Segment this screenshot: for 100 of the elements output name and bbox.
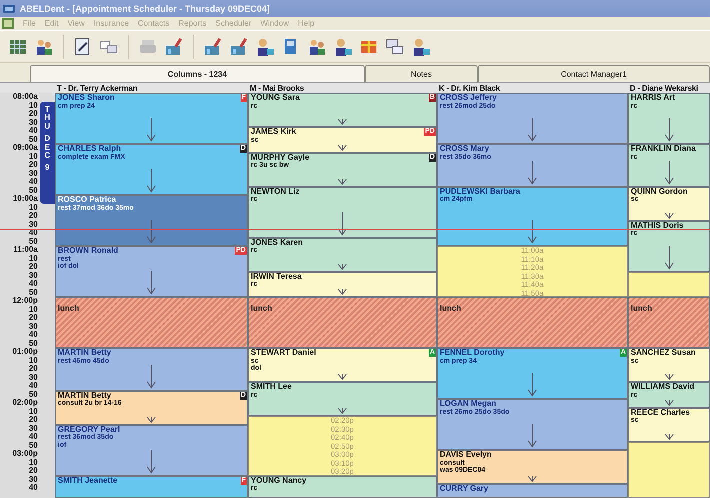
time-label: 40 <box>28 433 39 442</box>
patient-name: CURRY Gary <box>440 485 488 494</box>
time-label: 10:00a <box>12 195 39 204</box>
time-label: 20 <box>28 416 39 424</box>
lunch-block[interactable]: lunch <box>628 297 710 348</box>
appointment-block[interactable]: CURRY Gary <box>437 484 628 498</box>
time-label: 03:00p <box>12 450 39 458</box>
open-slot[interactable] <box>628 442 710 498</box>
column-header: T - Dr. Terry Ackerman <box>56 84 139 93</box>
tab[interactable]: Notes <box>365 65 478 82</box>
down-arrow-icon <box>528 373 537 397</box>
computer-icon <box>385 36 405 56</box>
time-label: 30 <box>28 118 39 127</box>
patient-name: FRANKLIN Diana <box>631 145 696 154</box>
time-label: 20 <box>28 365 39 374</box>
patient-name: FENNEL Dorothy <box>440 349 505 358</box>
down-arrow-icon <box>147 416 156 422</box>
time-label: 10 <box>29 458 39 467</box>
lunch-label: lunch <box>631 304 652 313</box>
time-label: 20 <box>28 467 39 476</box>
chart-icon <box>229 36 249 56</box>
down-arrow-icon <box>338 212 347 236</box>
time-label: 30 <box>28 220 39 229</box>
time-label: 50 <box>28 288 39 297</box>
time-label: 02:00p <box>12 399 39 408</box>
time-label: 50 <box>28 390 39 399</box>
down-arrow-icon <box>338 374 347 380</box>
time-label: 20 <box>28 212 39 220</box>
time-label: 01:00p <box>12 348 39 356</box>
time-label: 30 <box>28 374 39 382</box>
patient-name: HARRIS Art <box>631 94 676 102</box>
time-label: 40 <box>28 331 39 340</box>
down-arrow-icon <box>528 424 537 448</box>
patient-name: MURPHY Gayle <box>251 154 310 162</box>
patient-name: STEWART Daniel <box>251 349 316 358</box>
time-label: 10 <box>29 408 39 416</box>
patient-name: IRWIN Teresa <box>251 272 302 281</box>
down-arrow-icon <box>147 118 156 142</box>
chart-icon <box>203 36 223 56</box>
time-label: 50 <box>28 340 39 348</box>
patient-name: YOUNG Sara <box>251 94 300 102</box>
down-arrow-icon <box>147 271 156 295</box>
patient-name: SMITH Jeanette <box>58 476 118 485</box>
down-arrow-icon <box>338 408 347 414</box>
lunch-block[interactable]: lunch <box>437 297 628 348</box>
down-arrow-icon <box>147 364 156 388</box>
time-label: 30 <box>28 322 39 331</box>
patient-name: JONES Karen <box>251 238 304 247</box>
time-label: 30 <box>28 424 39 433</box>
patient-name: GREGORY Pearl <box>58 426 120 434</box>
column-header: D - Diane Wekarski <box>629 84 700 93</box>
person-icon <box>255 36 275 56</box>
lunch-block[interactable]: lunch <box>55 297 248 348</box>
patient-name: YOUNG Nancy <box>251 476 307 485</box>
down-arrow-icon <box>338 119 347 125</box>
down-arrow-icon <box>664 212 674 218</box>
time-label: 20 <box>28 263 39 272</box>
open-slot[interactable] <box>628 272 710 297</box>
window-title: ABELDent - [Appointment Scheduler - Thursday 09DEC04] <box>20 4 270 14</box>
time-label: 50 <box>28 186 39 195</box>
patient-name: SANCHEZ Susan <box>631 349 696 358</box>
down-arrow-icon <box>338 178 347 184</box>
time-label: 20 <box>28 314 39 322</box>
patient-name: MARTIN Betty <box>58 349 112 358</box>
date-text: 9 <box>44 164 51 174</box>
down-arrow-icon <box>147 450 156 474</box>
time-label: 40 <box>28 382 39 390</box>
patient-name: JONES Sharon <box>58 94 115 102</box>
patient-name: CHARLES Ralph <box>58 145 122 154</box>
lunch-label: lunch <box>251 304 272 313</box>
tab[interactable]: Contact Manager1 <box>478 65 710 82</box>
down-arrow-icon <box>338 289 347 295</box>
patient-name: MARTIN Betty <box>58 392 112 400</box>
time-label: 20 <box>28 110 39 118</box>
down-arrow-icon <box>528 476 537 482</box>
document-icon <box>2 18 14 29</box>
down-arrow-icon <box>664 434 674 440</box>
time-label: 30 <box>28 272 39 280</box>
date-text: DEC <box>44 134 52 162</box>
time-label: 40 <box>28 178 39 186</box>
patient-name: MATHIS Doris <box>631 222 684 230</box>
time-label: 10 <box>29 306 39 314</box>
time-label: 10 <box>28 152 39 161</box>
down-arrow-icon <box>147 220 156 244</box>
down-arrow-icon <box>338 144 347 150</box>
down-arrow-icon <box>664 374 674 380</box>
down-arrow-icon <box>664 246 674 270</box>
time-label: 40 <box>28 484 39 494</box>
tab[interactable]: Columns - 1234 <box>30 65 365 82</box>
down-arrow-icon <box>147 169 156 193</box>
time-label: 12:00p <box>12 297 39 306</box>
down-arrow-icon <box>528 118 537 142</box>
lunch-label: lunch <box>58 304 80 313</box>
time-label: 11:00a <box>12 246 39 254</box>
lunch-block[interactable]: lunch <box>248 297 437 348</box>
patient-name: ROSCO Patrica <box>58 196 116 204</box>
patient-name: REECE Charles <box>631 408 690 417</box>
patient-name: CROSS Mary <box>440 145 490 154</box>
time-label: 10 <box>28 204 39 212</box>
patient-name: PUDLEWSKI Barbara <box>440 188 520 196</box>
